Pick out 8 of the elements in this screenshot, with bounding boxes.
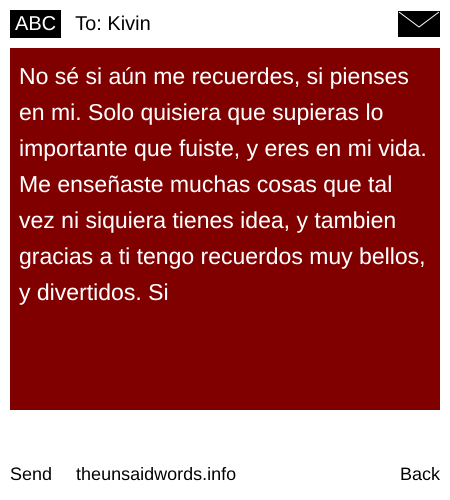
send-softkey[interactable]: Send <box>10 460 52 488</box>
envelope-icon <box>398 11 440 37</box>
message-area[interactable] <box>10 48 440 410</box>
back-softkey[interactable]: Back <box>400 460 440 488</box>
website-label: theunsaidwords.info <box>76 462 236 486</box>
input-mode-indicator: ABC <box>10 10 62 38</box>
message-text: No sé si aún me recuerdes, si pienses en mi. Solo quisiera que supieras lo importante que fuiste, y eres en mi vida. Me enseñaste muchas cosas que tal vez ni siquiera tienes idea, y tambien gracias a ti tengo recuerdos muy bellos, y divertidos. Si <box>19 62 428 307</box>
recipient-label: To: Kivin <box>75 12 151 37</box>
